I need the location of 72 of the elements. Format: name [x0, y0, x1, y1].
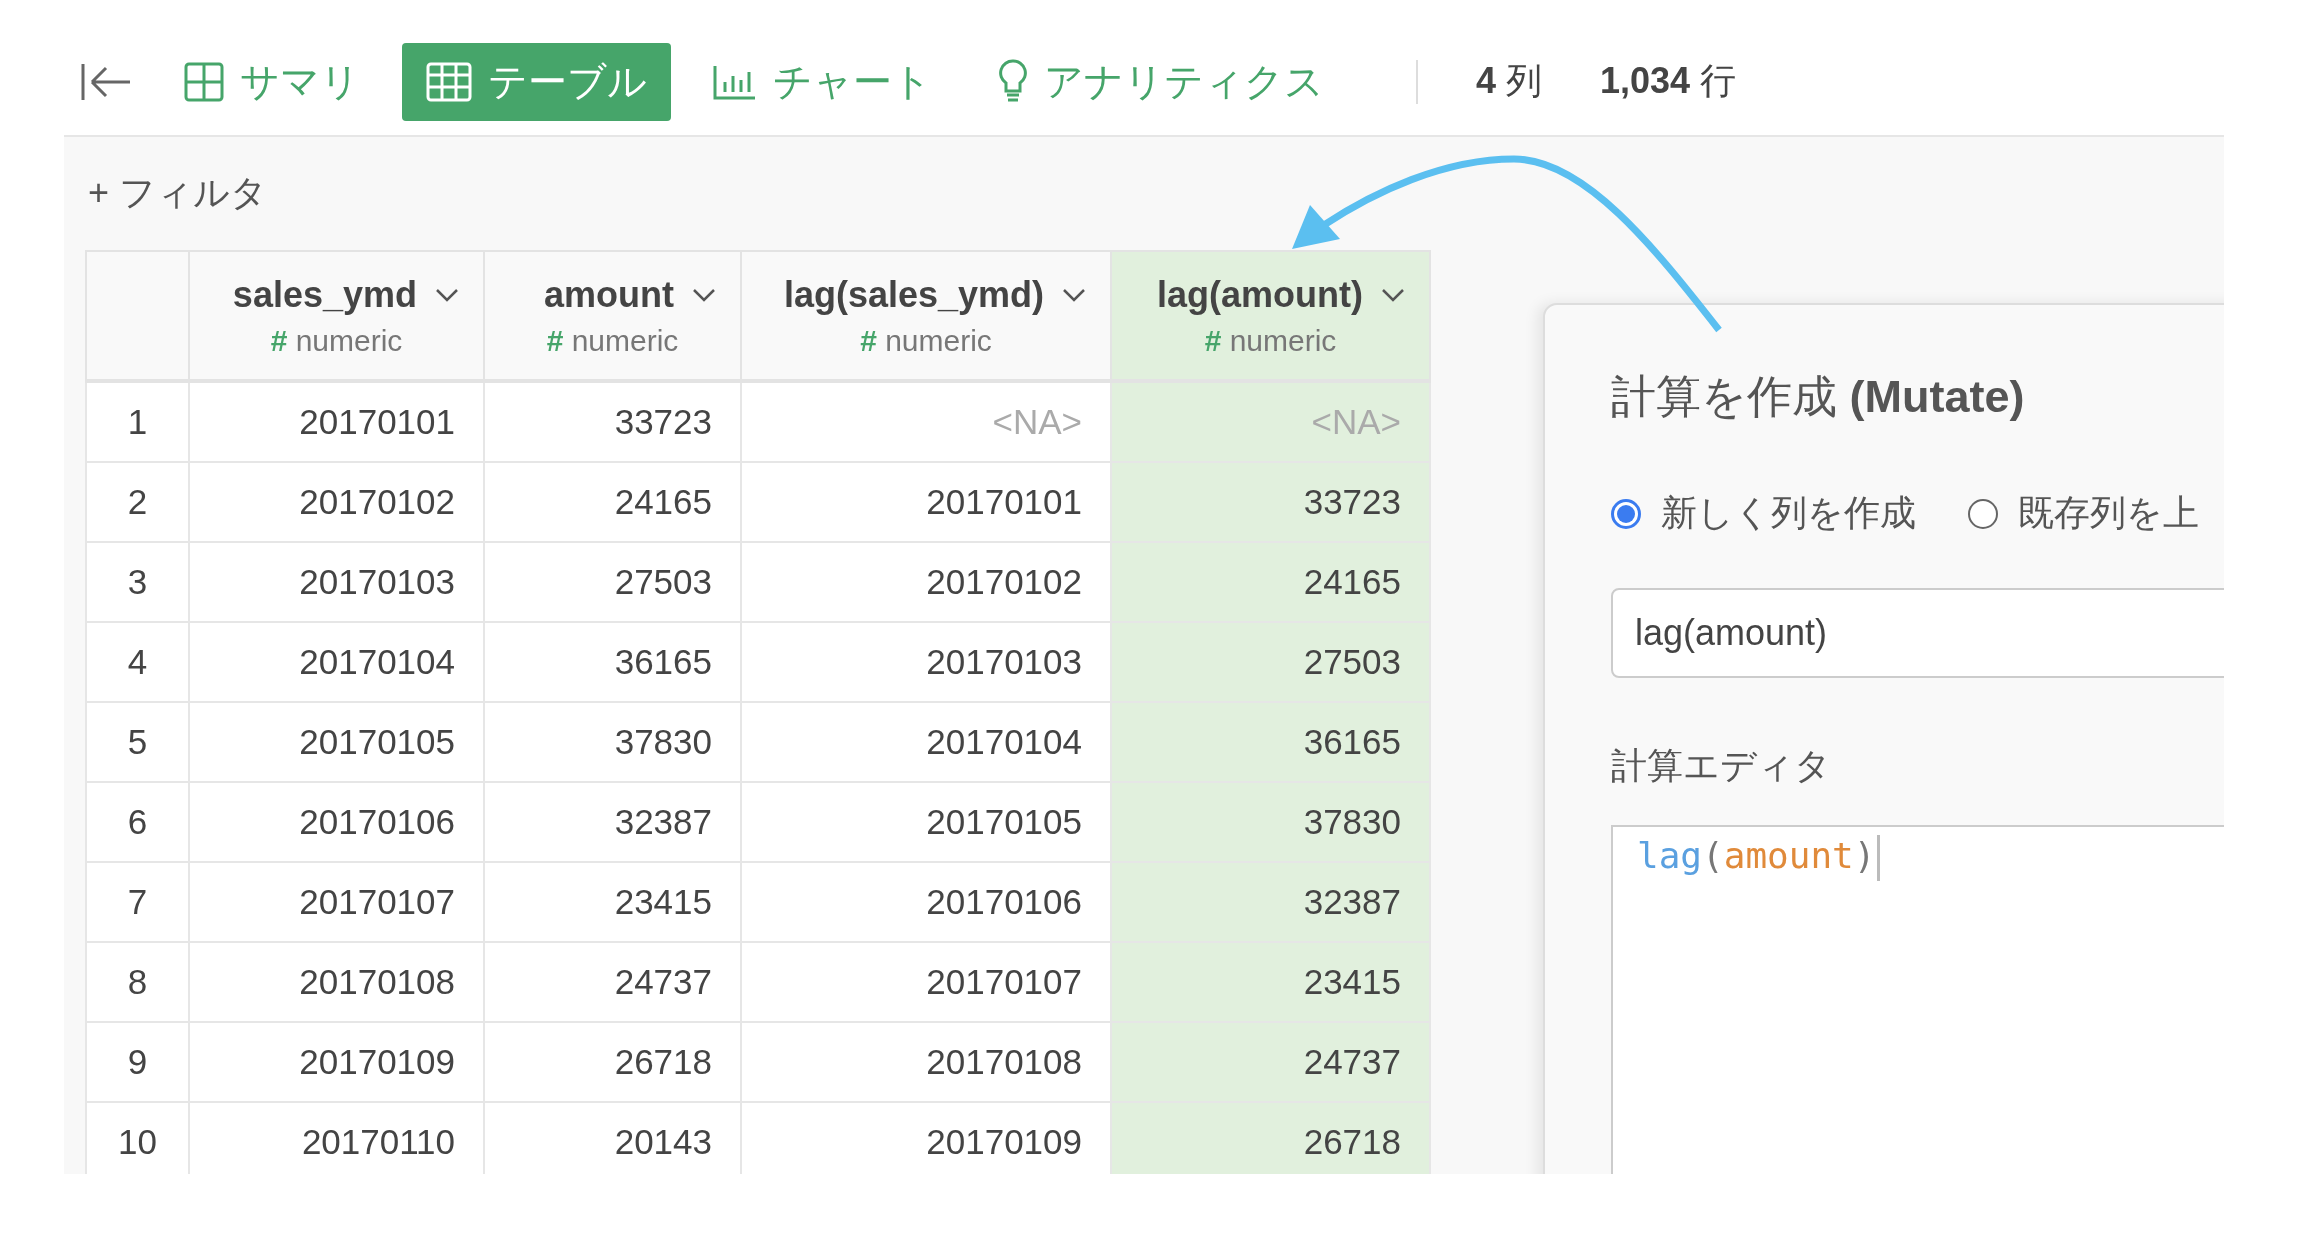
radio-button[interactable] [1611, 498, 1641, 529]
column-header[interactable]: lag(amount) # numeric [1111, 251, 1430, 381]
column-type: # numeric [859, 323, 993, 358]
table-cell: 24737 [1111, 1022, 1430, 1102]
column-type: # numeric [269, 323, 404, 358]
table-cell: 20170103 [741, 622, 1111, 702]
table-cell: 20170108 [741, 1022, 1111, 1102]
table-cell: 24165 [1111, 542, 1430, 622]
table-cell: 20170110 [189, 1102, 484, 1174]
table-cell: 26718 [1111, 1102, 1430, 1174]
panel-title: 計算を作成 (Mutate) [1611, 370, 2026, 424]
table-cell: 20170103 [189, 542, 484, 622]
bar-chart-icon [713, 63, 757, 100]
table-cell: 20170107 [741, 942, 1111, 1022]
add-filter-link[interactable]: + フィルタ [88, 169, 268, 218]
table-cell: 20170102 [189, 462, 484, 542]
table-cell: 20170106 [741, 862, 1111, 942]
radio-button[interactable] [1968, 498, 1998, 529]
column-header[interactable]: sales_ymd # numeric [189, 251, 484, 381]
lightbulb-icon [998, 58, 1028, 105]
chevron-down-icon[interactable] [692, 287, 716, 302]
table-cell: 33723 [1111, 462, 1430, 542]
table-cell: 33723 [484, 381, 741, 462]
column-name: amount [544, 273, 674, 316]
table-cell: 20170107 [189, 862, 484, 942]
table-cell: 23415 [484, 862, 741, 942]
chevron-down-icon[interactable] [1062, 287, 1086, 302]
table-icon [426, 61, 472, 102]
chevron-down-icon[interactable] [435, 287, 459, 302]
collapse-left-icon[interactable] [80, 61, 132, 102]
table-cell: 20170101 [189, 381, 484, 462]
grid-icon [184, 61, 224, 102]
table-cell: 20170106 [189, 782, 484, 862]
table-cell: 20170109 [189, 1022, 484, 1102]
table-cell: 27503 [1111, 622, 1430, 702]
table-cell: 20170105 [741, 782, 1111, 862]
table-cell: 20170101 [741, 462, 1111, 542]
table-cell: 32387 [484, 782, 741, 862]
table-cell: 27503 [484, 542, 741, 622]
code-editor[interactable]: lag(amount) [1611, 825, 2224, 1174]
editor-label: 計算エディタ [1611, 744, 1832, 788]
table-cell: 20143 [484, 1102, 741, 1174]
table-cell: 32387 [1111, 862, 1430, 942]
column-type: # numeric [1203, 323, 1338, 358]
table-cell: 37830 [484, 702, 741, 782]
table-cell: <NA> [1111, 381, 1430, 462]
table-cell: 23415 [1111, 942, 1430, 1022]
column-header[interactable]: amount # numeric [484, 251, 741, 381]
column-name: lag(amount) [1157, 273, 1363, 316]
table-cell: 24737 [484, 942, 741, 1022]
column-type: # numeric [545, 323, 680, 358]
table-cell: 20170108 [189, 942, 484, 1022]
radio-option[interactable]: 既存列を上 [1968, 489, 2199, 538]
table-cell: 36165 [1111, 702, 1430, 782]
table-cell: 20170104 [741, 702, 1111, 782]
column-name-field[interactable]: lag(amount) [1611, 588, 2224, 678]
table-cell: 37830 [1111, 782, 1430, 862]
table-cell: 26718 [484, 1022, 741, 1102]
radio-option[interactable]: 新しく列を作成 [1611, 489, 1916, 538]
table-cell: 20170102 [741, 542, 1111, 622]
table-cell: 20170105 [189, 702, 484, 782]
table-cell: <NA> [741, 381, 1111, 462]
count-label: 1,034 行 [1600, 59, 1737, 103]
table-cell: 36165 [484, 622, 741, 702]
table-cell: 20170104 [189, 622, 484, 702]
count-label: 4 列 [1476, 59, 1543, 103]
column-name: sales_ymd [232, 273, 417, 316]
table-cell: 24165 [484, 462, 741, 542]
table-cell: 20170109 [741, 1102, 1111, 1174]
column-header[interactable]: lag(sales_ymd) # numeric [741, 251, 1111, 381]
column-name: lag(sales_ymd) [783, 273, 1044, 316]
chevron-down-icon[interactable] [1381, 287, 1405, 302]
